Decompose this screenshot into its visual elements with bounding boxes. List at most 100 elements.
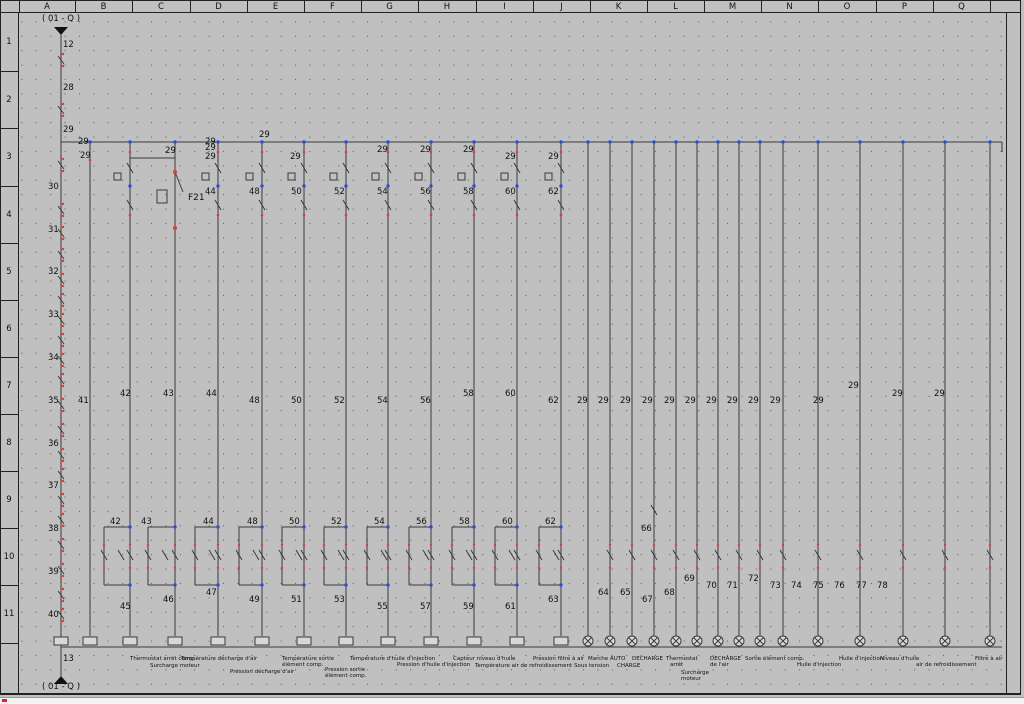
device-label: élément comp.: [282, 662, 324, 668]
column-header: D: [215, 2, 222, 12]
red-dot: [260, 213, 264, 217]
red-dot: [61, 304, 65, 308]
red-dot: [61, 225, 65, 229]
red-dot: [237, 543, 241, 547]
junction-dot: [901, 140, 905, 144]
red-dot: [61, 214, 65, 218]
junction-dot: [302, 525, 306, 529]
device-label: Température air de refroidissement: [475, 663, 573, 669]
red-dot: [61, 409, 65, 413]
red-dot: [608, 543, 612, 547]
red-dot: [61, 492, 65, 496]
wire-number: 53: [334, 595, 345, 605]
relay-coil: [423, 636, 439, 646]
device-label: Sortie élément comp.: [745, 656, 805, 662]
red-dot: [61, 397, 65, 401]
wire-number: 29: [664, 396, 675, 406]
junction-dot: [695, 140, 699, 144]
red-dot: [216, 566, 220, 570]
red-dot: [302, 213, 306, 217]
wire-number: 29: [892, 389, 903, 399]
red-dot: [781, 566, 785, 570]
junction-dot: [515, 140, 519, 144]
bottom-sheet-reference[interactable]: ( 01 - Q ): [42, 682, 80, 692]
junction-dot: [737, 140, 741, 144]
relay-coil: [380, 636, 396, 646]
junction-dot: [608, 140, 612, 144]
red-dot: [193, 566, 197, 570]
red-dot: [61, 202, 65, 206]
wire-number: 34: [48, 353, 59, 363]
wire-number: 36: [48, 439, 59, 449]
wire-number: 29: [577, 396, 588, 406]
device-label: Niveau d'huile: [880, 656, 920, 662]
schematic-sheet[interactable]: [0, 0, 1024, 703]
device-label: Pression d'huile d'injection: [397, 662, 471, 668]
red-dot: [737, 566, 741, 570]
wire-number: 41: [78, 396, 89, 406]
wire-number: 54: [377, 396, 388, 406]
device-label: air de refroidissement: [916, 662, 977, 668]
red-dot: [61, 102, 65, 106]
red-dot: [737, 543, 741, 547]
wire-number: 71: [727, 581, 738, 591]
wire-number: 44: [205, 187, 216, 197]
device-label: Huile d'injection: [839, 656, 884, 662]
red-dot: [901, 566, 905, 570]
wire-number: 56: [420, 396, 431, 406]
red-dot: [216, 150, 220, 154]
junction-dot: [559, 583, 563, 587]
red-dot: [128, 150, 132, 154]
wire-number: 56: [420, 187, 431, 197]
wire-number: 13: [63, 654, 74, 664]
red-dot: [61, 549, 65, 553]
wire-number: 54: [374, 517, 385, 527]
wire-number: 29: [848, 381, 859, 391]
wire-number: 30: [48, 182, 59, 192]
device-label: moteur: [681, 676, 702, 682]
red-dot: [146, 566, 150, 570]
top-sheet-reference[interactable]: ( 01 - Q ): [42, 14, 80, 24]
wire-number: 29: [78, 137, 89, 147]
junction-dot: [260, 583, 264, 587]
red-dot: [758, 543, 762, 547]
junction-dot: [559, 525, 563, 529]
junction-dot: [260, 525, 264, 529]
red-dot: [407, 566, 411, 570]
red-dot: [322, 543, 326, 547]
red-dot: [61, 114, 65, 118]
red-dot: [61, 247, 65, 251]
red-dot: [344, 150, 348, 154]
red-dot: [260, 543, 264, 547]
column-header: H: [443, 2, 451, 12]
red-dot: [472, 213, 476, 217]
red-dot: [450, 566, 454, 570]
red-dot: [173, 543, 177, 547]
red-dot: [344, 543, 348, 547]
red-dot: [472, 543, 476, 547]
red-dot: [61, 384, 65, 388]
wire-number: 39: [48, 567, 59, 577]
device-label: Pression décharge d'air: [230, 669, 295, 675]
red-dot: [61, 64, 65, 68]
column-header: O: [843, 2, 851, 12]
column-header: K: [615, 2, 622, 12]
red-dot: [61, 157, 65, 161]
row-header: 1: [6, 36, 12, 47]
row-header: 6: [6, 323, 12, 334]
red-dot: [365, 543, 369, 547]
wire-number: 46: [163, 595, 174, 605]
red-dot: [344, 566, 348, 570]
wire-number: 29: [748, 396, 759, 406]
junction-dot: [758, 140, 762, 144]
wire-number: 52: [334, 187, 345, 197]
red-dot: [302, 543, 306, 547]
wire-number: 37: [48, 481, 59, 491]
red-dot: [429, 543, 433, 547]
column-header: J: [560, 2, 563, 12]
red-dot: [716, 566, 720, 570]
red-dot: [652, 543, 656, 547]
wire-number: 29: [620, 396, 631, 406]
red-dot: [322, 566, 326, 570]
junction-dot: [674, 140, 678, 144]
